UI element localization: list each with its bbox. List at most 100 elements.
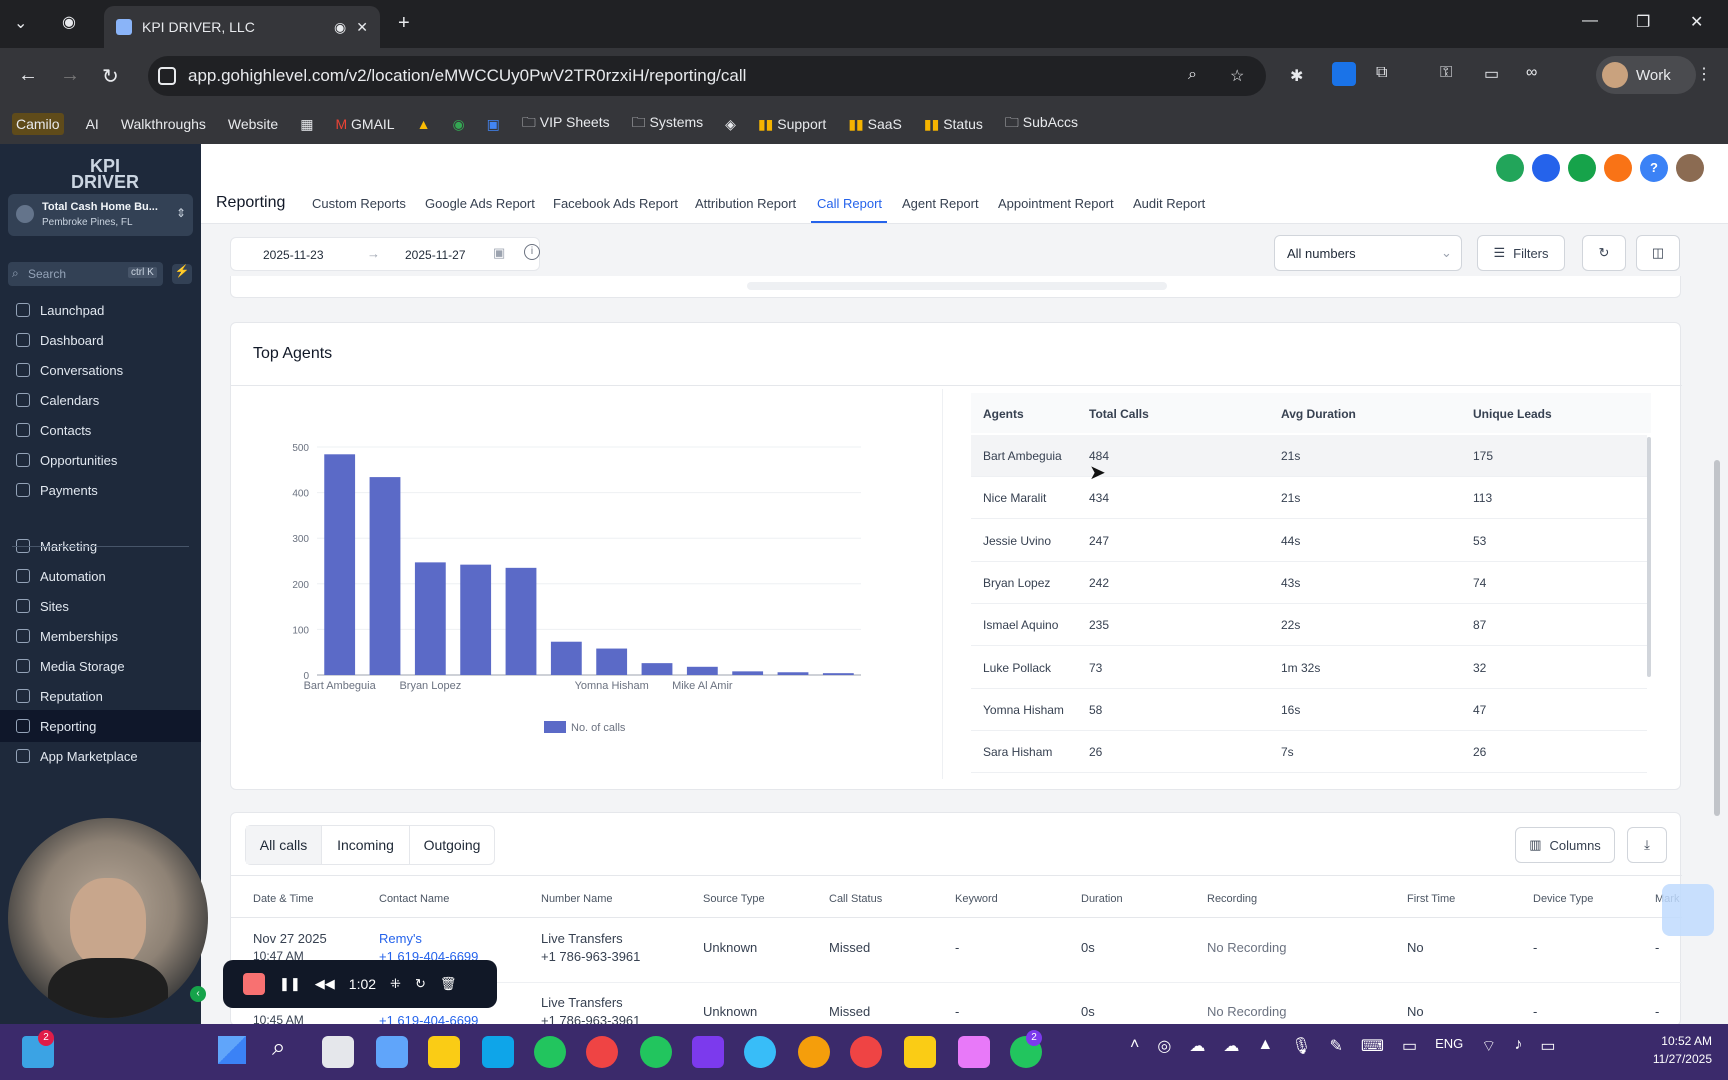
forward-icon[interactable]: → [60,64,80,87]
bar[interactable] [641,663,673,675]
bar[interactable] [686,666,718,675]
tab-facebook-ads-report[interactable]: Facebook Ads Report [553,196,678,211]
wifi-icon[interactable]: ⌔ [1481,1036,1496,1056]
table-row[interactable] [971,731,1647,774]
bookmark-walkthroughs[interactable]: Walkthroughs [121,116,206,132]
page-scrollbar[interactable] [1712,230,1722,1020]
bookmark-gmail[interactable]: M GMAIL [335,116,394,132]
tray-cloud-icon[interactable]: ☁ [1189,1036,1205,1056]
sidebar-item-launchpad[interactable]: Launchpad [0,294,201,326]
extension-blue-icon[interactable] [1332,62,1356,86]
windows-start-icon[interactable] [218,1036,246,1064]
phone-icon[interactable] [1496,154,1524,182]
battery-icon[interactable]: ▭ [1540,1036,1555,1056]
bookmark-ai[interactable]: AI [86,116,99,132]
bookmark-website[interactable]: Website [228,116,278,132]
menu-dots-icon[interactable]: ⋮ [1696,64,1712,84]
bookmark-saas[interactable]: ▮▮ SaaS [848,116,902,133]
minimize-icon[interactable]: — [1582,12,1598,30]
bar[interactable] [414,562,446,675]
sidebar-item-automation[interactable]: Automation [0,560,201,592]
sidebar-item-media-storage[interactable]: Media Storage [0,650,201,682]
profile-button[interactable]: Work [1596,56,1696,94]
new-tab-icon[interactable]: + [398,12,410,35]
reload-icon[interactable]: ↻ [102,64,119,89]
taskbar-search-icon[interactable]: ⌕ [272,1034,285,1062]
sidebar-item-payments[interactable]: Payments [0,474,201,506]
page-scrollbar-thumb[interactable] [1714,460,1720,816]
calendar-app-icon[interactable]: ▣ [487,116,500,133]
bar[interactable] [505,567,537,675]
sidebar-item-conversations[interactable]: Conversations [0,354,201,386]
chrome-taskbar-icon[interactable] [586,1036,618,1068]
tray-onedrive-icon[interactable]: ☁ [1223,1036,1239,1056]
bookmark-status[interactable]: ▮▮ Status [924,116,983,133]
bookmark-subaccs[interactable]: 🗀 SubAccs [1005,112,1078,136]
sidebar-item-calendars[interactable]: Calendars [0,384,201,416]
tab-audit-report[interactable]: Audit Report [1133,196,1205,211]
spotify-icon[interactable] [640,1036,672,1068]
search-input[interactable]: Search [28,267,66,281]
tray-keyboard-icon[interactable]: ⌨ [1361,1036,1384,1056]
sidebar-item-dashboard[interactable]: Dashboard [0,324,201,356]
columns-button[interactable]: ▥ Columns [1515,827,1615,863]
sidebar-item-reporting[interactable]: Reporting [0,710,201,742]
tab-incoming[interactable]: Incoming [322,826,410,864]
tray-chevron-icon[interactable]: ˄ [1130,1036,1139,1056]
tab-custom-reports[interactable]: Custom Reports [312,196,406,211]
info-icon[interactable]: i [524,244,540,260]
bell-icon[interactable] [1604,154,1632,182]
table-row[interactable] [971,562,1647,604]
sidebar-item-app-marketplace[interactable]: App Marketplace [0,740,201,772]
sidebar-item-sites[interactable]: Sites [0,590,201,622]
grid-icon[interactable]: ⁜ [390,976,401,992]
table-scrollbar[interactable] [1647,437,1651,677]
puzzle-icon[interactable]: ⧉ [1376,64,1387,82]
bookmark-support[interactable]: ▮▮ Support [758,116,826,133]
search-box[interactable]: ⌕ Search ctrl K [8,262,163,286]
legend-swatch[interactable] [544,721,566,733]
bar[interactable] [732,671,764,675]
bar[interactable] [596,648,628,675]
bookmark-vip-sheets[interactable]: 🗀 VIP Sheets [522,112,610,136]
taskbar-clock[interactable]: 10:52 AM 11/27/2025 [1612,1032,1712,1068]
edge-dev-icon[interactable] [534,1036,566,1068]
url-bar[interactable]: app.gohighlevel.com/v2/location/eMWCCUy0… [148,56,1266,96]
ai-sparkle-icon[interactable] [1532,154,1560,182]
quick-action-icon[interactable]: ⚡ [172,264,192,284]
tab-outgoing[interactable]: Outgoing [410,826,494,864]
telegram-icon[interactable] [744,1036,776,1068]
link-icon[interactable]: ∞ [1526,64,1537,82]
table-row[interactable] [971,520,1647,562]
back-icon[interactable]: ← [18,64,38,87]
edge-icon[interactable] [482,1036,514,1068]
volume-icon[interactable]: ♪ [1514,1036,1522,1056]
megaphone-icon[interactable] [1568,154,1596,182]
sidebar-item-reputation[interactable]: Reputation [0,680,201,712]
tab-call-report[interactable]: Call Report [817,196,882,211]
chrome-profile-icon[interactable] [798,1036,830,1068]
tab-appointment-report[interactable]: Appointment Report [998,196,1114,211]
drive-icon[interactable]: ▲ [417,116,431,132]
location-switcher[interactable]: Total Cash Home Bu... Pembroke Pines, FL… [8,194,193,236]
numbers-select[interactable]: All numbers ⌄ [1274,235,1462,271]
taskview-icon[interactable] [322,1036,354,1068]
sidebar-item-memberships[interactable]: Memberships [0,620,201,652]
chrome-app-icon[interactable]: ◉ [452,116,464,133]
tab-attribution-report[interactable]: Attribution Report [695,196,796,211]
download-button[interactable]: ⤓ [1627,827,1667,863]
bookmark-camilo[interactable]: Camilo [12,113,64,135]
key-icon[interactable]: ⚿ [1440,64,1452,82]
contact-link[interactable]: Remy's [379,931,422,946]
tray-display-icon[interactable]: ▭ [1402,1036,1417,1056]
file-explorer-icon[interactable] [428,1036,460,1068]
sticky-notes-icon[interactable] [904,1036,936,1068]
trash-icon[interactable]: 🗑 [440,976,457,992]
bar[interactable] [822,673,854,675]
sidebar-item-opportunities[interactable]: Opportunities [0,444,201,476]
sidebar-item-contacts[interactable]: Contacts [0,414,201,446]
refresh-button[interactable]: ↻ [1582,235,1626,271]
tray-drive-icon[interactable]: ▲ [1257,1036,1273,1056]
bar[interactable] [324,454,356,675]
bar[interactable] [550,641,582,675]
